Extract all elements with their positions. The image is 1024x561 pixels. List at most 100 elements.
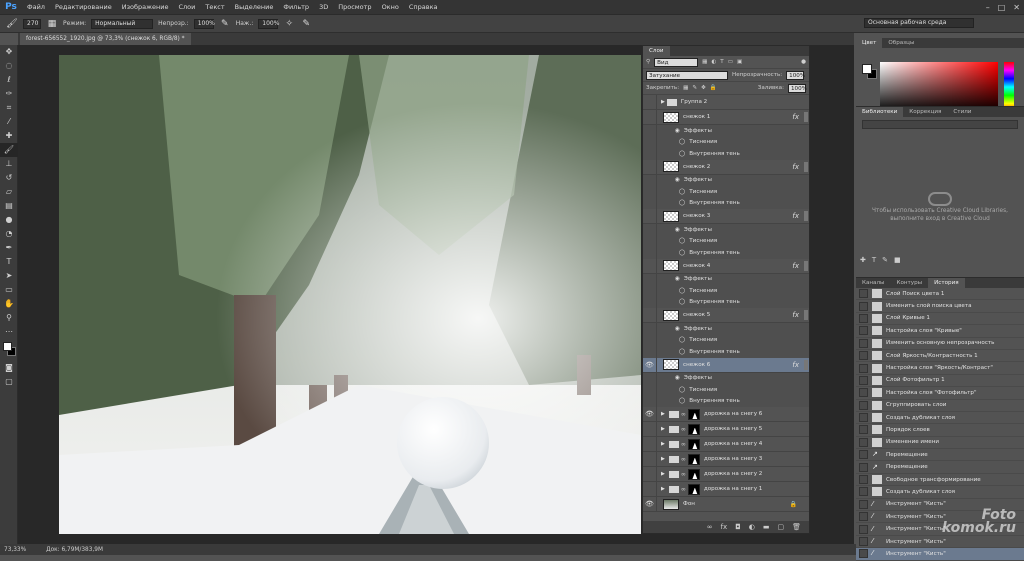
layer-effect-row[interactable]: ◯ Тиснения (643, 384, 809, 396)
visibility-eye-icon[interactable]: 👁 (643, 497, 657, 511)
effect-eye-icon[interactable]: ◯ (679, 288, 685, 294)
layer-effect-row[interactable]: ◯ Внутренняя тень (643, 247, 809, 259)
close-icon[interactable]: ✕ (1013, 0, 1020, 15)
history-brush-source[interactable] (859, 313, 868, 323)
link-icon[interactable]: ∞ (681, 471, 686, 478)
hue-slider[interactable] (1004, 62, 1014, 112)
layer-row[interactable]: ▶ ∞ дорожка на снегу 2 (643, 467, 809, 482)
menu-item[interactable]: Справка (404, 0, 443, 15)
marquee-tool-icon[interactable]: ◌ (0, 59, 18, 73)
pressure-size-icon[interactable]: ✎ (300, 18, 312, 30)
quick-mask-icon[interactable]: ◙ (0, 361, 18, 375)
layer-row[interactable]: ▶ Группа 2 (643, 95, 809, 110)
tab-swatches[interactable]: Образцы (882, 38, 920, 48)
blend-mode-select[interactable]: Затухание (646, 70, 728, 80)
visibility-eye-icon[interactable] (643, 308, 657, 322)
layer-effect-row[interactable]: ◉ Эффекты (643, 224, 809, 236)
effect-visibility-icon[interactable] (643, 125, 657, 137)
fx-badge-icon[interactable]: fx (792, 311, 799, 319)
layer-effect-row[interactable]: ◯ Внутренняя тень (643, 346, 809, 358)
history-brush-source[interactable] (859, 351, 868, 361)
fill-field[interactable]: 100% (788, 83, 807, 93)
history-brush-source[interactable] (859, 425, 868, 435)
color-picker-field[interactable] (880, 62, 998, 112)
layer-row[interactable]: ▶ ∞ дорожка на снегу 4 (643, 437, 809, 452)
filter-adjust-icon[interactable]: ◐ (711, 59, 716, 65)
visibility-eye-icon[interactable] (643, 467, 657, 481)
layer-effect-row[interactable]: ◯ Тиснения (643, 334, 809, 346)
visibility-eye-icon[interactable] (643, 258, 657, 273)
layer-row[interactable]: снежок 1 fx (643, 110, 809, 125)
layer-mask-thumbnail[interactable] (687, 483, 700, 495)
visibility-eye-icon[interactable] (643, 95, 657, 109)
new-group-icon[interactable]: ▬ (763, 523, 770, 531)
history-state[interactable]: Настройка слоя "Кривые" (856, 325, 1024, 338)
tab-layers[interactable]: Слои (643, 46, 670, 56)
effect-eye-icon[interactable]: ◯ (679, 238, 685, 244)
tab-history[interactable]: История (928, 278, 965, 288)
opacity-field[interactable]: 100% (193, 18, 215, 29)
effects-toggle[interactable] (804, 112, 808, 122)
document-tab[interactable]: forest-656552_1920.jpg @ 73,3% (снежок 6… (20, 33, 191, 45)
layer-row[interactable]: снежок 2 fx (643, 159, 809, 175)
menu-item[interactable]: Выделение (230, 0, 279, 15)
brush-size-field[interactable]: 270 (23, 18, 41, 29)
path-select-tool-icon[interactable]: ➤ (0, 269, 18, 283)
effect-eye-icon[interactable]: ◯ (679, 387, 685, 393)
fx-icon[interactable]: fx (721, 523, 728, 531)
layer-effect-row[interactable]: ◯ Тиснения (643, 136, 809, 148)
new-layer-icon[interactable]: ▢ (777, 523, 784, 531)
history-brush-source[interactable] (859, 462, 868, 472)
history-state[interactable]: ⁄ Инструмент "Кисть" (856, 536, 1024, 549)
effect-visibility-icon[interactable] (643, 136, 657, 148)
effects-icon[interactable]: ◉ (675, 326, 680, 332)
tab-styles[interactable]: Стили (947, 107, 977, 117)
effect-visibility-icon[interactable] (643, 273, 657, 285)
add-text-icon[interactable]: T (872, 256, 876, 264)
effect-visibility-icon[interactable] (643, 346, 657, 358)
history-brush-source[interactable] (859, 413, 868, 423)
effect-visibility-icon[interactable] (643, 372, 657, 384)
effects-icon[interactable]: ◉ (675, 128, 680, 134)
trash-icon[interactable]: 🗑 (792, 523, 801, 531)
link-icon[interactable]: ∞ (707, 523, 713, 531)
history-state[interactable]: ↗ Перемещение (856, 449, 1024, 462)
layer-opacity-field[interactable]: 100% (786, 70, 805, 80)
history-state[interactable]: Слой Яркость/Контрастность 1 (856, 350, 1024, 363)
gradient-tool-icon[interactable]: ▤ (0, 199, 18, 213)
mode-select[interactable]: Нормальный (91, 18, 154, 29)
lock-all-icon[interactable]: 🔒 (710, 85, 717, 91)
adjustment-icon[interactable]: ◐ (749, 523, 755, 531)
minimize-icon[interactable]: – (986, 0, 990, 15)
layer-thumbnail[interactable] (663, 161, 679, 172)
link-icon[interactable]: ∞ (681, 486, 686, 493)
layer-row[interactable]: снежок 5 fx (643, 308, 809, 323)
effect-eye-icon[interactable]: ◯ (679, 189, 685, 195)
layer-thumbnail[interactable] (663, 111, 679, 123)
flow-field[interactable]: 100% (258, 18, 279, 29)
tab-color[interactable]: Цвет (856, 38, 883, 48)
effect-eye-icon[interactable]: ◯ (679, 250, 685, 256)
visibility-eye-icon[interactable] (643, 482, 657, 496)
effect-visibility-icon[interactable] (643, 148, 657, 160)
stamp-tool-icon[interactable]: ⊥ (0, 157, 18, 171)
layer-row[interactable]: 👁 снежок 6 fx (643, 357, 809, 373)
layer-mask-thumbnail[interactable] (687, 423, 700, 435)
filter-pixel-icon[interactable]: ▦ (702, 59, 707, 65)
effect-eye-icon[interactable]: ◯ (679, 299, 685, 305)
quick-select-tool-icon[interactable]: ✑ (0, 87, 18, 101)
zoom-tool-icon[interactable]: ⚲ (0, 311, 18, 325)
menu-item[interactable]: Файл (22, 0, 50, 15)
history-state[interactable]: Изменить основную непрозрачность (856, 338, 1024, 350)
effect-eye-icon[interactable]: ◯ (679, 151, 685, 157)
tab-adjustments[interactable]: Коррекция (903, 107, 947, 117)
visibility-eye-icon[interactable] (643, 110, 657, 124)
layer-row[interactable]: снежок 3 fx (643, 209, 809, 224)
lock-paint-icon[interactable]: ✎ (692, 85, 697, 91)
history-state[interactable]: Сгруппировать слои (856, 400, 1024, 412)
effect-visibility-icon[interactable] (643, 224, 657, 236)
library-select[interactable] (862, 120, 1018, 129)
layer-effect-row[interactable]: ◉ Эффекты (643, 174, 809, 186)
effects-icon[interactable]: ◉ (675, 177, 680, 183)
history-brush-source[interactable] (859, 549, 868, 559)
